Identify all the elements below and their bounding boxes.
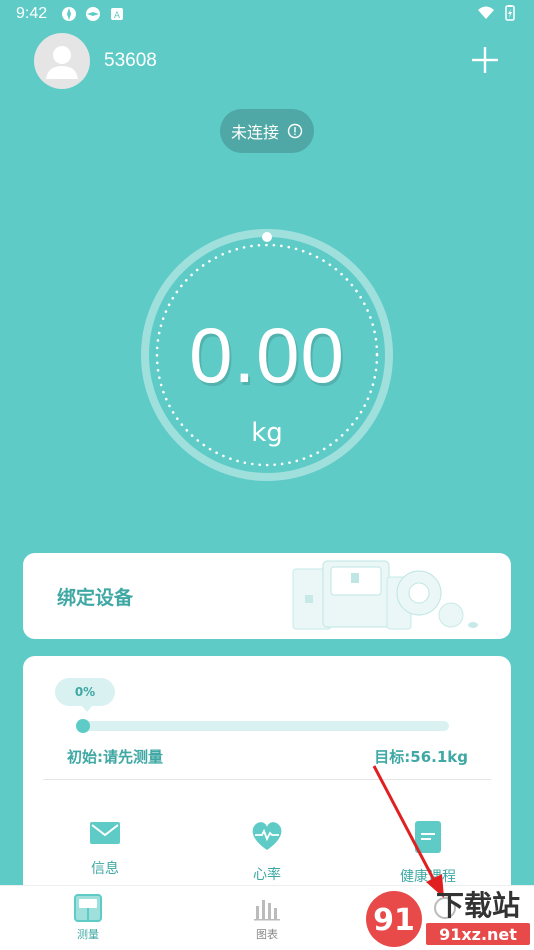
feature-label: 心率: [253, 867, 281, 883]
wifi-icon: [478, 6, 494, 19]
user-silhouette-icon: [46, 46, 78, 79]
progress-track: [76, 719, 449, 733]
connection-status-pill[interactable]: 未连接: [220, 109, 314, 153]
svg-text:91: 91: [373, 903, 415, 938]
annotation-arrow: [372, 765, 444, 898]
app-notification-icon-2: [86, 7, 101, 21]
feature-messages[interactable]: 信息: [55, 820, 155, 878]
avatar[interactable]: [34, 33, 90, 89]
add-icon[interactable]: [470, 45, 500, 75]
feature-heart-rate[interactable]: 心率: [217, 820, 317, 884]
username: 53608: [104, 50, 157, 71]
start-weight-label: 初始:请先测量: [67, 748, 163, 766]
site-watermark: 91 下载站 91xz.net: [366, 889, 530, 947]
devices-illustration: [292, 560, 478, 630]
nav-chart[interactable]: 图表: [227, 894, 307, 942]
connection-status-text: 未连接: [230, 123, 279, 142]
bind-device-title: 绑定设备: [57, 587, 134, 609]
chart-icon: [254, 900, 280, 921]
watermark-text-top: 下载站: [436, 889, 520, 922]
weight-value: 0.00: [189, 311, 345, 399]
status-time: 9:42: [16, 5, 48, 22]
battery-icon: [505, 5, 515, 21]
info-icon: [287, 123, 303, 139]
bind-device-card[interactable]: 绑定设备: [23, 553, 511, 639]
progress-percent-bubble: 0%: [55, 678, 115, 712]
app-notification-icon: [62, 7, 77, 21]
nav-label: 测量: [77, 928, 99, 941]
profile-header: 53608: [34, 33, 157, 89]
nav-measure[interactable]: 测量: [48, 894, 128, 942]
keyboard-notification-icon: A: [111, 8, 124, 21]
progress-handle: [76, 719, 90, 733]
watermark-text-bottom: 91xz.net: [439, 925, 517, 944]
scale-icon: [74, 894, 102, 922]
nav-label: 图表: [256, 928, 278, 941]
heart-rate-icon: [252, 822, 282, 850]
mail-icon: [90, 822, 120, 844]
status-bar: 9:42 A: [0, 0, 534, 28]
weight-unit: kg: [251, 418, 283, 448]
feature-label: 信息: [91, 861, 119, 877]
svg-text:A: A: [114, 11, 121, 21]
gauge-marker: [262, 232, 272, 242]
